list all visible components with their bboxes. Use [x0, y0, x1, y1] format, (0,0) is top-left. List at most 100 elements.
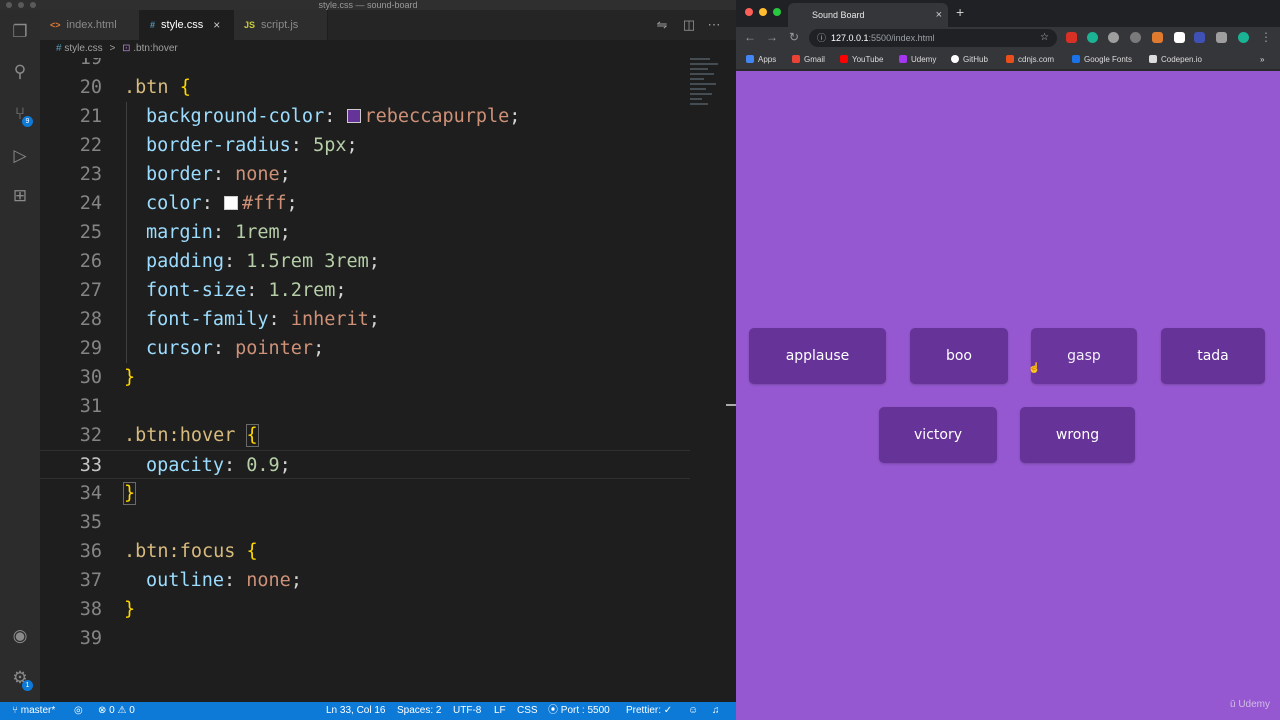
code-line: 38} — [40, 595, 690, 624]
profile-avatar[interactable] — [1238, 32, 1249, 43]
code-line: 19 — [40, 58, 690, 73]
css-value: #fff — [241, 193, 287, 214]
live-share-icon[interactable]: ◎ — [74, 702, 83, 720]
extension-icon[interactable] — [1108, 32, 1119, 43]
line-number: 33 — [79, 455, 102, 476]
code-line: 26 padding: 1.5rem 3rem; — [40, 247, 690, 276]
eol-status[interactable]: LF — [494, 702, 506, 720]
css-value: pointer — [235, 338, 314, 359]
extensions-puzzle-icon[interactable] — [1216, 32, 1227, 43]
extension-icon[interactable] — [1174, 32, 1185, 43]
css-value: rebeccapurple — [364, 106, 510, 127]
css-property: font-family — [146, 309, 269, 330]
extension-icon[interactable] — [1087, 32, 1098, 43]
browser-menu-icon[interactable]: ⋮ — [1258, 30, 1274, 44]
bookmark-item[interactable]: Gmail — [792, 49, 825, 70]
bookmarks-bar: Apps Gmail YouTube Udemy GitHub cdnjs.co… — [736, 49, 1280, 70]
line-number: 28 — [79, 309, 102, 330]
bookmark-item[interactable]: Udemy — [899, 49, 936, 70]
live-server-port[interactable]: ⦿ Port : 5500 — [548, 702, 610, 720]
bookmark-item[interactable]: Google Fonts — [1072, 49, 1132, 70]
scrollbar-marker[interactable] — [726, 404, 736, 406]
bookmarks-overflow-icon[interactable]: » — [1260, 49, 1264, 70]
error-icon: ⊗ — [98, 705, 107, 716]
open-changes-icon[interactable]: ⇋ — [654, 17, 670, 33]
address-bar[interactable]: ⓘ 127.0.0.1:5500/index.html ☆ — [809, 29, 1057, 47]
close-tab-icon[interactable]: × — [213, 18, 220, 32]
encoding-status[interactable]: UTF-8 — [453, 702, 481, 720]
browser-tab[interactable]: Sound Board × — [788, 3, 948, 27]
code-line: 30} — [40, 363, 690, 392]
code-line: 34} — [40, 479, 690, 508]
sound-button-wrong[interactable]: wrong — [1020, 407, 1135, 463]
line-number: 31 — [79, 396, 102, 417]
zoom-window-button[interactable] — [773, 8, 781, 16]
extension-icon[interactable] — [1130, 32, 1141, 43]
indentation-status[interactable]: Spaces: 2 — [397, 702, 441, 720]
line-number: 24 — [79, 193, 102, 214]
code-line: 39 — [40, 624, 690, 653]
bookmark-item[interactable]: YouTube — [840, 49, 883, 70]
extension-icon[interactable] — [1152, 32, 1163, 43]
cursor-position[interactable]: Ln 33, Col 16 — [326, 702, 386, 720]
search-icon[interactable]: ⚲ — [10, 62, 30, 82]
window-titlebar: style.css — sound-board — [0, 0, 736, 10]
tab-index-html[interactable]: <> index.html — [40, 10, 140, 40]
extensions-icon[interactable]: ⊞ — [10, 186, 30, 206]
forward-arrow-icon[interactable]: → — [764, 30, 780, 44]
bookmark-item[interactable]: Apps — [746, 49, 776, 70]
reload-icon[interactable]: ↻ — [786, 30, 802, 44]
explorer-icon[interactable]: ❐ — [10, 22, 30, 42]
sound-button-applause[interactable]: applause — [749, 328, 886, 384]
account-icon[interactable]: ◉ — [10, 626, 30, 646]
feedback-icon[interactable]: ☺ — [688, 702, 698, 720]
info-icon[interactable]: ⓘ — [817, 29, 826, 47]
bookmark-item[interactable]: GitHub — [951, 49, 988, 70]
browser-tab-strip: Sound Board × + — [736, 0, 1280, 27]
minimize-window-dot[interactable] — [18, 2, 24, 8]
sound-button-boo[interactable]: boo — [910, 328, 1008, 384]
zoom-window-dot[interactable] — [30, 2, 36, 8]
sound-button-gasp[interactable]: gasp — [1031, 328, 1137, 384]
color-swatch-icon[interactable] — [346, 109, 361, 123]
vscode-window: style.css — sound-board ❐ ⚲ ⑂ 9 ▷ ⊞ ◉ ⚙ … — [0, 0, 736, 720]
bookmark-star-icon[interactable]: ☆ — [1040, 29, 1049, 47]
code-line: 25 margin: 1rem; — [40, 218, 690, 247]
tab-label: index.html — [66, 19, 117, 31]
css-property: outline — [146, 570, 224, 591]
minimap[interactable] — [690, 58, 724, 118]
editor-tab-bar: <> index.html # style.css × JS script.js… — [40, 10, 736, 40]
close-tab-icon[interactable]: × — [936, 3, 942, 27]
run-debug-icon[interactable]: ▷ — [10, 146, 30, 166]
tab-script-js[interactable]: JS script.js — [234, 10, 328, 40]
breadcrumb-symbol[interactable]: .btn:hover — [133, 43, 177, 54]
extension-icon[interactable] — [1066, 32, 1077, 43]
more-actions-icon[interactable]: ⋯ — [706, 17, 722, 33]
close-window-button[interactable] — [745, 8, 753, 16]
close-window-dot[interactable] — [6, 2, 12, 8]
tab-style-css[interactable]: # style.css × — [140, 10, 234, 40]
prettier-status[interactable]: Prettier: ✓ — [626, 702, 672, 720]
back-arrow-icon[interactable]: ← — [742, 30, 758, 44]
code-editor[interactable]: 19 20 .btn { 21 background-color: rebeccap… — [40, 58, 690, 702]
bookmark-item[interactable]: cdnjs.com — [1006, 49, 1054, 70]
extension-icon[interactable] — [1194, 32, 1205, 43]
close-brace: } — [122, 482, 137, 505]
split-editor-icon[interactable]: ◫ — [681, 17, 697, 33]
branch-status[interactable]: ⑂ master* — [12, 702, 55, 720]
color-swatch-icon[interactable] — [223, 196, 238, 210]
css-property: border — [146, 164, 213, 185]
language-mode[interactable]: CSS — [517, 702, 538, 720]
bookmark-item[interactable]: Codepen.io — [1149, 49, 1202, 70]
breadcrumb-file[interactable]: style.css — [64, 43, 102, 54]
minimize-window-button[interactable] — [759, 8, 767, 16]
problems-status[interactable]: ⊗ 0 ⚠ 0 — [98, 702, 135, 720]
code-line: 28 font-family: inherit; — [40, 305, 690, 334]
css-value: inherit — [290, 309, 369, 330]
sound-button-victory[interactable]: victory — [879, 407, 997, 463]
notifications-bell-icon[interactable]: ♫ — [712, 702, 720, 720]
sound-button-tada[interactable]: tada — [1161, 328, 1265, 384]
new-tab-button[interactable]: + — [956, 4, 964, 20]
open-brace: { — [246, 541, 258, 562]
css-selector: .btn:hover — [124, 425, 236, 446]
